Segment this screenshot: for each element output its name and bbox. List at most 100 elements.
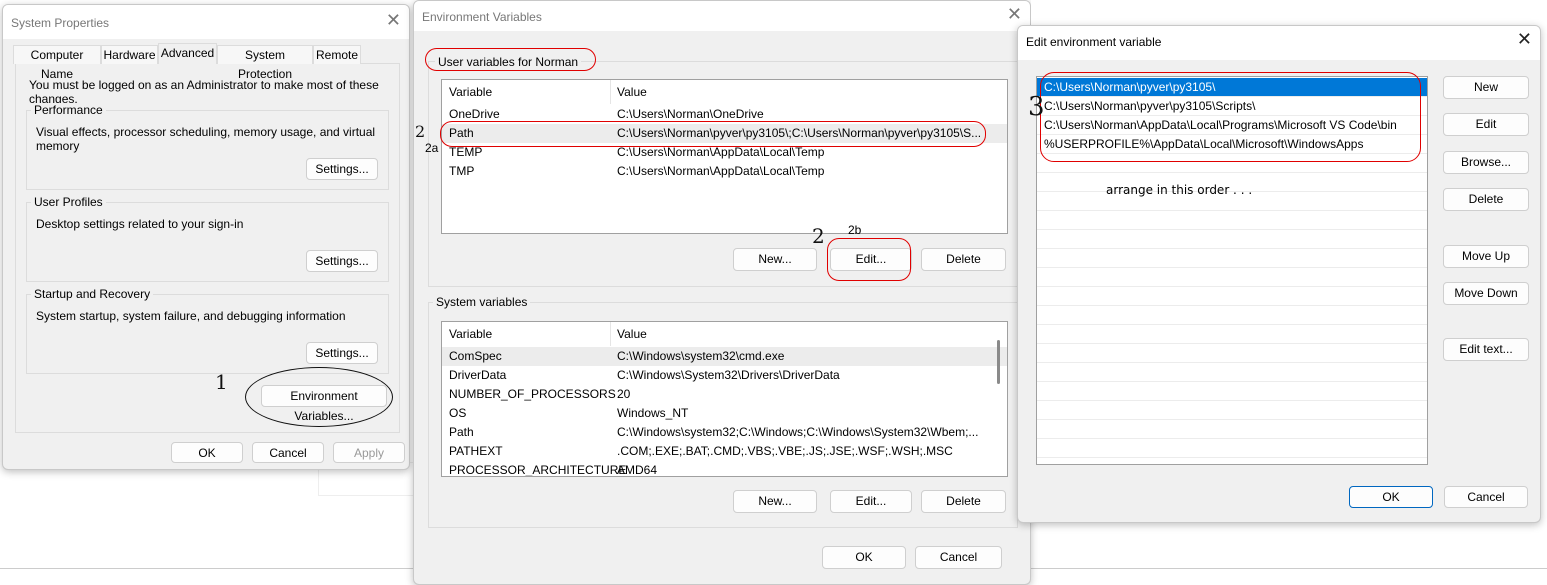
variable-name: PATHEXT	[449, 444, 503, 458]
empty-row[interactable]	[1037, 439, 1427, 458]
cancel-button[interactable]: Cancel	[915, 546, 1002, 569]
table-row[interactable]: PROCESSOR_ARCHITECTURE AMD64	[442, 461, 1007, 477]
system-delete-button[interactable]: Delete	[921, 490, 1006, 513]
user-delete-button[interactable]: Delete	[921, 248, 1006, 271]
move-down-button[interactable]: Move Down	[1443, 282, 1529, 305]
environment-variables-window: Environment Variables ✕ User variables f…	[413, 0, 1031, 585]
user-variables-list[interactable]: Variable Value OneDrive C:\Users\Norman\On…	[441, 79, 1008, 234]
background-patch	[1031, 0, 1393, 26]
table-row[interactable]: DriverData C:\Windows\System32\Drivers\Dr…	[442, 366, 1007, 385]
tab-computer-name[interactable]: Computer Name	[13, 45, 101, 81]
group-label: System variables	[433, 295, 531, 309]
table-row[interactable]: OS Windows_NT	[442, 404, 1007, 423]
title-bar: Environment Variables ✕	[414, 1, 1030, 31]
tab-advanced[interactable]: Advanced	[158, 43, 217, 64]
variable-value: C:\Windows\system32\cmd.exe	[617, 349, 785, 363]
empty-row[interactable]	[1037, 287, 1427, 306]
variable-value: Windows_NT	[617, 406, 689, 420]
annotation-step-2a: 2a	[425, 141, 439, 155]
variable-value: C:\Users\Norman\AppData\Local\Temp	[617, 164, 825, 178]
title-bar: System Properties ✕	[3, 5, 409, 39]
annotation-user-group	[425, 48, 596, 71]
group-label: Startup and Recovery	[31, 287, 154, 301]
variable-name: OS	[449, 406, 467, 420]
settings-button[interactable]: Settings...	[306, 250, 378, 272]
variable-name: PROCESSOR_ARCHITECTURE	[449, 463, 627, 477]
scrollbar-thumb[interactable]	[997, 340, 1000, 384]
empty-row[interactable]	[1037, 230, 1427, 249]
group-description: Visual effects, processor scheduling, me…	[36, 125, 376, 153]
annotation-step-1: 1	[215, 370, 228, 394]
variable-value: AMD64	[617, 463, 658, 477]
empty-row[interactable]	[1037, 420, 1427, 439]
variable-value: 20	[617, 387, 631, 401]
title-bar: Edit environment variable ✕	[1018, 26, 1540, 60]
window-title: Environment Variables	[422, 10, 542, 24]
annotation-edit-list	[1040, 72, 1421, 162]
annotation-step-2-b: 2	[812, 224, 825, 248]
settings-button[interactable]: Settings...	[306, 158, 378, 180]
edit-text-button[interactable]: Edit text...	[1443, 338, 1529, 361]
group-startup-and-recovery: Startup and Recovery System startup, syst…	[26, 287, 389, 374]
window-title: Edit environment variable	[1026, 35, 1162, 49]
cancel-button[interactable]: Cancel	[252, 442, 324, 463]
empty-row[interactable]	[1037, 382, 1427, 401]
move-up-button[interactable]: Move Up	[1443, 245, 1529, 268]
annotation-step-2b: 2b	[848, 223, 862, 237]
table-row[interactable]: Path C:\Windows\system32;C:\Windows;C:\Wi…	[442, 423, 1007, 442]
group-user-profiles: User Profiles Desktop settings related to…	[26, 195, 389, 282]
apply-button[interactable]: Apply	[333, 442, 405, 463]
column-value[interactable]: Value	[617, 80, 647, 104]
edit-button[interactable]: Edit	[1443, 113, 1529, 136]
ok-button[interactable]: OK	[1349, 486, 1433, 508]
table-row[interactable]: NUMBER_OF_PROCESSORS 20	[442, 385, 1007, 404]
empty-row[interactable]	[1037, 211, 1427, 230]
delete-button[interactable]: Delete	[1443, 188, 1529, 211]
variable-name: TMP	[449, 164, 475, 178]
list-header: Variable Value	[442, 322, 1007, 346]
system-new-button[interactable]: New...	[733, 490, 817, 513]
variable-value: C:\Windows\system32;C:\Windows;C:\Window…	[617, 425, 979, 439]
empty-row[interactable]	[1037, 249, 1427, 268]
group-label: Performance	[31, 103, 106, 117]
window-title: System Properties	[11, 16, 110, 30]
variable-name: ComSpec	[449, 349, 502, 363]
empty-row[interactable]	[1037, 306, 1427, 325]
group-performance: Performance Visual effects, processor sch…	[26, 103, 389, 190]
empty-row[interactable]	[1037, 325, 1427, 344]
variable-value: C:\Windows\System32\Drivers\DriverData	[617, 368, 840, 382]
empty-row[interactable]	[1037, 344, 1427, 363]
tab-system-protection[interactable]: System Protection	[217, 45, 313, 81]
table-row[interactable]: PATHEXT .COM;.EXE;.BAT;.CMD;.VBS;.VBE;.JS…	[442, 442, 1007, 461]
close-icon[interactable]: ✕	[386, 10, 401, 31]
ok-button[interactable]: OK	[822, 546, 906, 569]
close-icon[interactable]: ✕	[1517, 29, 1532, 50]
browse-button[interactable]: Browse...	[1443, 151, 1529, 174]
system-edit-button[interactable]: Edit...	[830, 490, 912, 513]
column-value[interactable]: Value	[617, 322, 647, 346]
annotation-env-button	[245, 367, 393, 427]
close-icon[interactable]: ✕	[1007, 4, 1022, 25]
column-variable[interactable]: Variable	[449, 80, 492, 104]
settings-button[interactable]: Settings...	[306, 342, 378, 364]
empty-row[interactable]	[1037, 363, 1427, 382]
annotation-path-row	[440, 121, 986, 147]
empty-row[interactable]	[1037, 268, 1427, 287]
variable-name: NUMBER_OF_PROCESSORS	[449, 387, 616, 401]
column-variable[interactable]: Variable	[449, 322, 492, 346]
user-new-button[interactable]: New...	[733, 248, 817, 271]
group-description: Desktop settings related to your sign-in	[36, 217, 244, 231]
table-row[interactable]: TMP C:\Users\Norman\AppData\Local\Temp	[442, 162, 1007, 181]
system-variables-list[interactable]: Variable Value ComSpec C:\Windows\system32…	[441, 321, 1008, 477]
cancel-button[interactable]: Cancel	[1444, 486, 1528, 508]
variable-name: DriverData	[449, 368, 507, 382]
ok-button[interactable]: OK	[171, 442, 243, 463]
new-button[interactable]: New	[1443, 76, 1529, 99]
annotation-step-3: 3	[1028, 92, 1045, 122]
annotation-edit-button	[827, 238, 911, 281]
table-row[interactable]: ComSpec C:\Windows\system32\cmd.exe	[442, 347, 1007, 366]
tab-hardware[interactable]: Hardware	[101, 45, 158, 64]
variable-name: Path	[449, 425, 474, 439]
tab-remote[interactable]: Remote	[313, 45, 361, 64]
empty-row[interactable]	[1037, 401, 1427, 420]
